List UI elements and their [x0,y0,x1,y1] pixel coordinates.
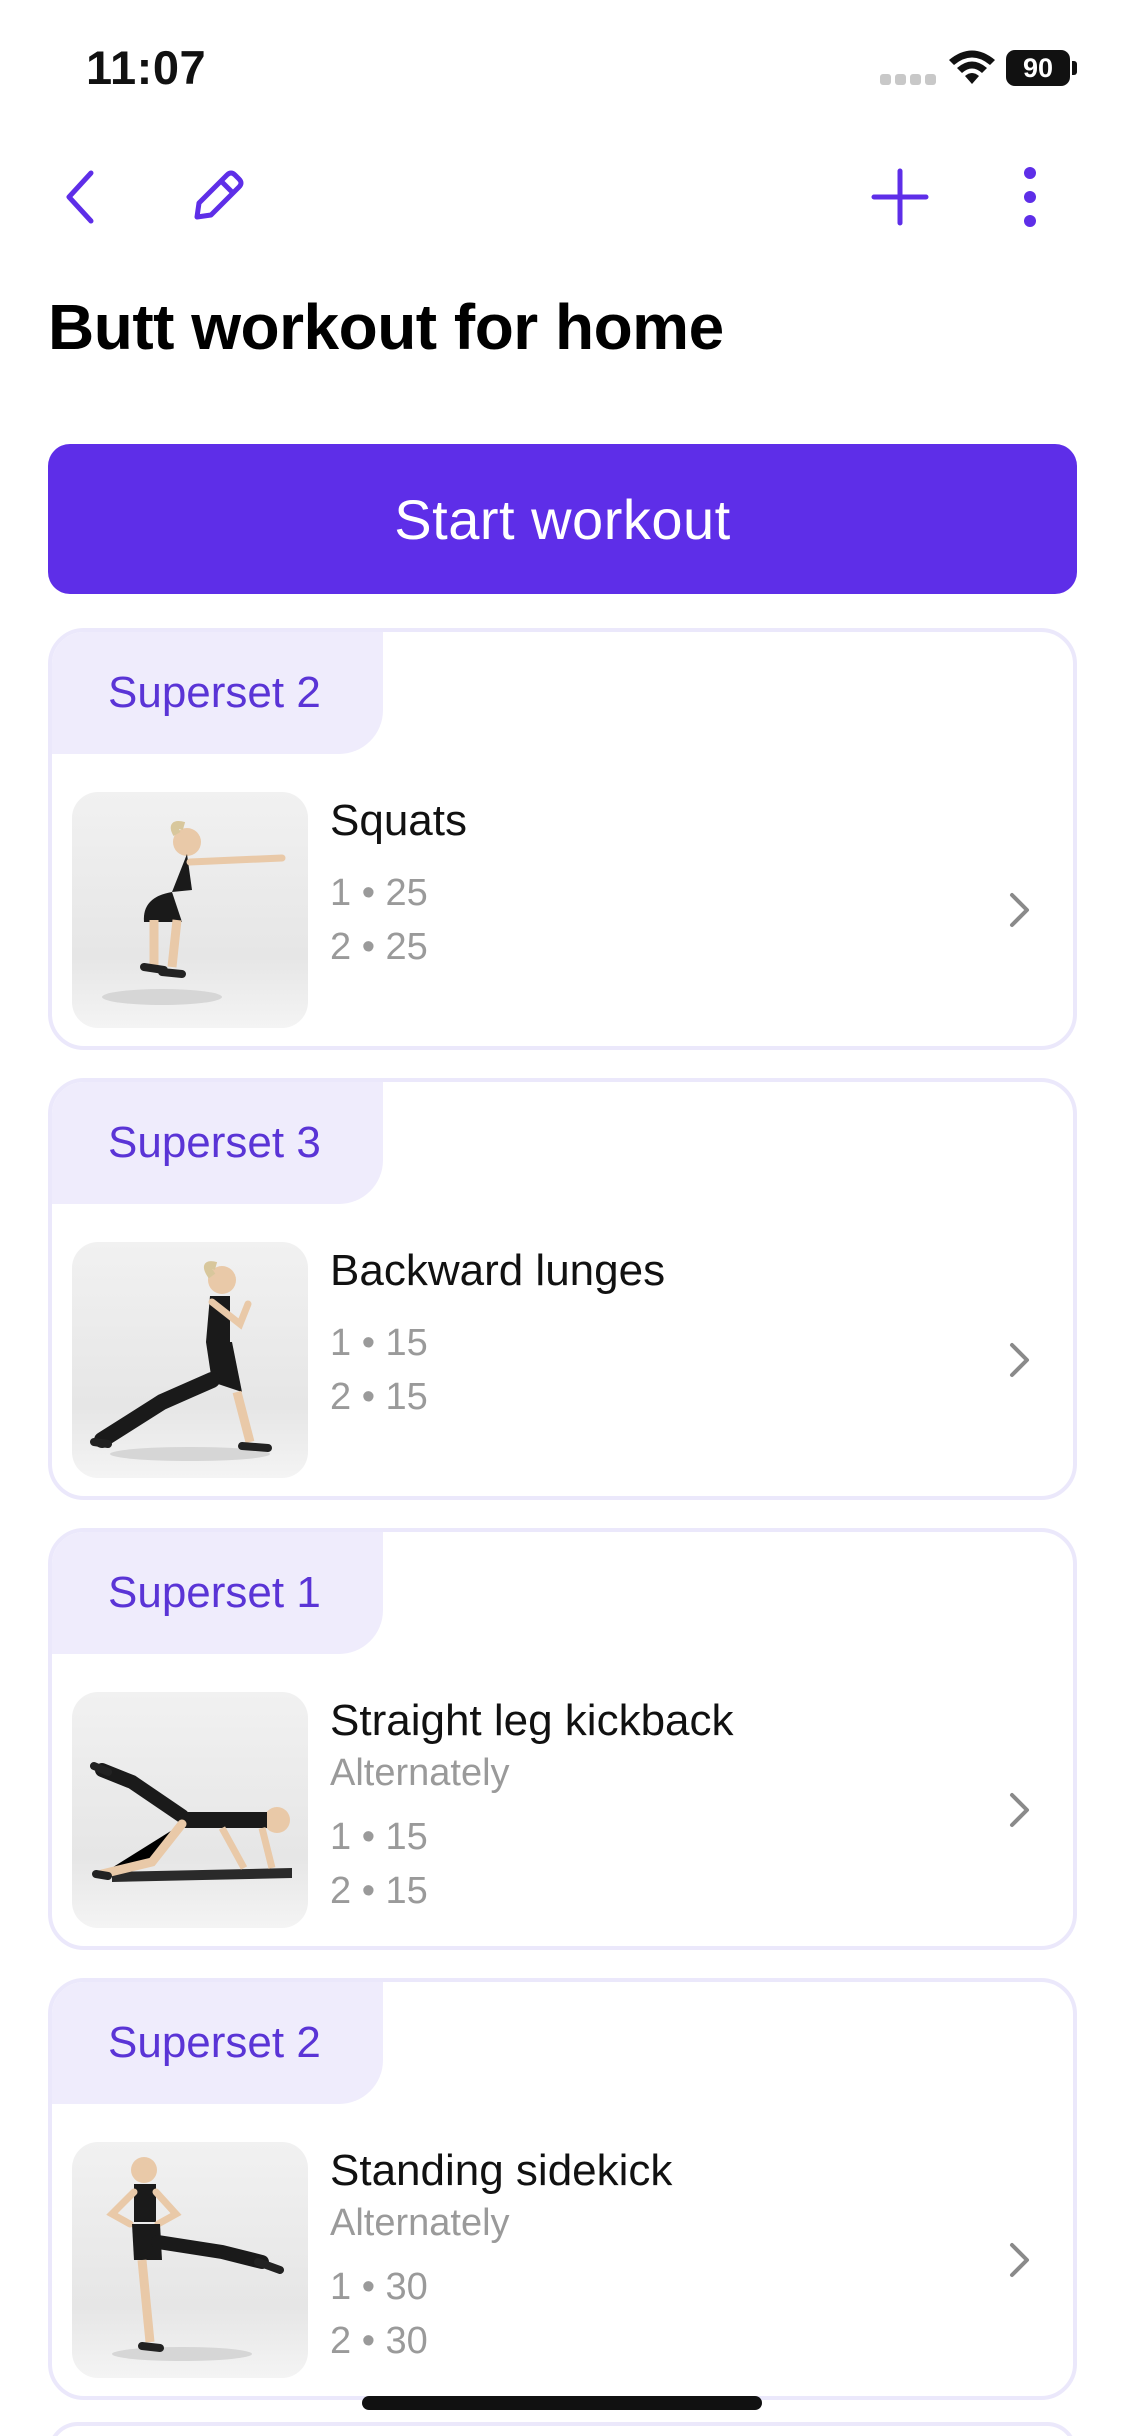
set-row: 2 • 15 [330,1376,428,1418]
exercise-sets: 1 • 25 2 • 25 [330,866,980,974]
exercise-thumbnail [72,1692,308,1928]
wifi-icon [949,50,995,84]
exercise-info: Squats 1 • 25 2 • 25 [330,792,980,974]
page-title: Butt workout for home [48,291,724,363]
cellular-signal-icon [880,74,936,86]
set-row: 1 • 15 [330,1816,428,1858]
chevron-right-icon [1010,893,1029,927]
exercise-thumbnail [72,792,308,1028]
exercise-note: Alternately [330,2202,510,2244]
set-row: 2 • 15 [330,1870,428,1912]
status-bar: 11:07 90 [0,0,1125,140]
superset-tag: Superset 2 [52,1982,383,2104]
exercise-note: Alternately [330,1752,510,1794]
exercise-card[interactable]: Superset 1 Straight leg kickback Alterna… [48,1528,1077,1950]
plus-icon [871,168,929,226]
exercise-name: Backward lunges [330,1246,666,1295]
start-workout-button[interactable]: Start workout [48,444,1077,594]
set-row: 2 • 25 [330,926,428,968]
battery-icon: 90 [1006,50,1078,86]
next-exercise-card[interactable] [48,2422,1077,2436]
exercise-info: Standing sidekick Alternately 1 • 30 2 •… [330,2142,980,2368]
chevron-left-icon [66,170,94,224]
exercise-info: Backward lunges 1 • 15 2 • 15 [330,1242,980,1424]
set-row: 2 • 30 [330,2320,428,2362]
superset-tag: Superset 2 [52,632,383,754]
exercise-name: Standing sidekick [330,2146,673,2195]
set-row: 1 • 30 [330,2266,428,2308]
exercise-sets: 1 • 15 2 • 15 [330,1316,980,1424]
exercise-card[interactable]: Superset 2 Squats 1 • 25 2 • 25 [48,628,1077,1050]
back-button[interactable] [36,152,126,242]
exercise-card[interactable]: Superset 3 Backward lunges 1 • 15 2 • 15 [48,1078,1077,1500]
chevron-right-icon [1010,1343,1029,1377]
pencil-icon [194,170,244,220]
exercise-info: Straight leg kickback Alternately 1 • 15… [330,1692,980,1918]
chevron-right-icon [1010,2243,1029,2277]
home-indicator[interactable] [362,2396,762,2410]
battery-level: 90 [1006,50,1070,86]
chevron-right-icon [1010,1793,1029,1827]
edit-button[interactable] [172,152,262,242]
set-row: 1 • 15 [330,1322,428,1364]
superset-tag: Superset 3 [52,1082,383,1204]
exercise-card[interactable]: Superset 2 Standing sidekick Alternately [48,1978,1077,2400]
more-options-button[interactable] [985,152,1075,242]
exercise-name: Straight leg kickback [330,1696,734,1745]
exercise-thumbnail [72,1242,308,1478]
exercise-sets: 1 • 15 2 • 15 [330,1810,980,1918]
set-row: 1 • 25 [330,872,428,914]
exercise-name: Squats [330,796,467,845]
superset-tag: Superset 1 [52,1532,383,1654]
exercise-list: Superset 2 Squats 1 • 25 2 • 25 Superset… [48,628,1077,2428]
status-time: 11:07 [86,41,207,94]
more-vertical-icon [1024,167,1036,227]
exercise-sets: 1 • 30 2 • 30 [330,2260,980,2368]
workout-screen: 11:07 90 Butt workout for home Start wor… [0,0,1125,2436]
exercise-thumbnail [72,2142,308,2378]
add-exercise-button[interactable] [855,152,945,242]
